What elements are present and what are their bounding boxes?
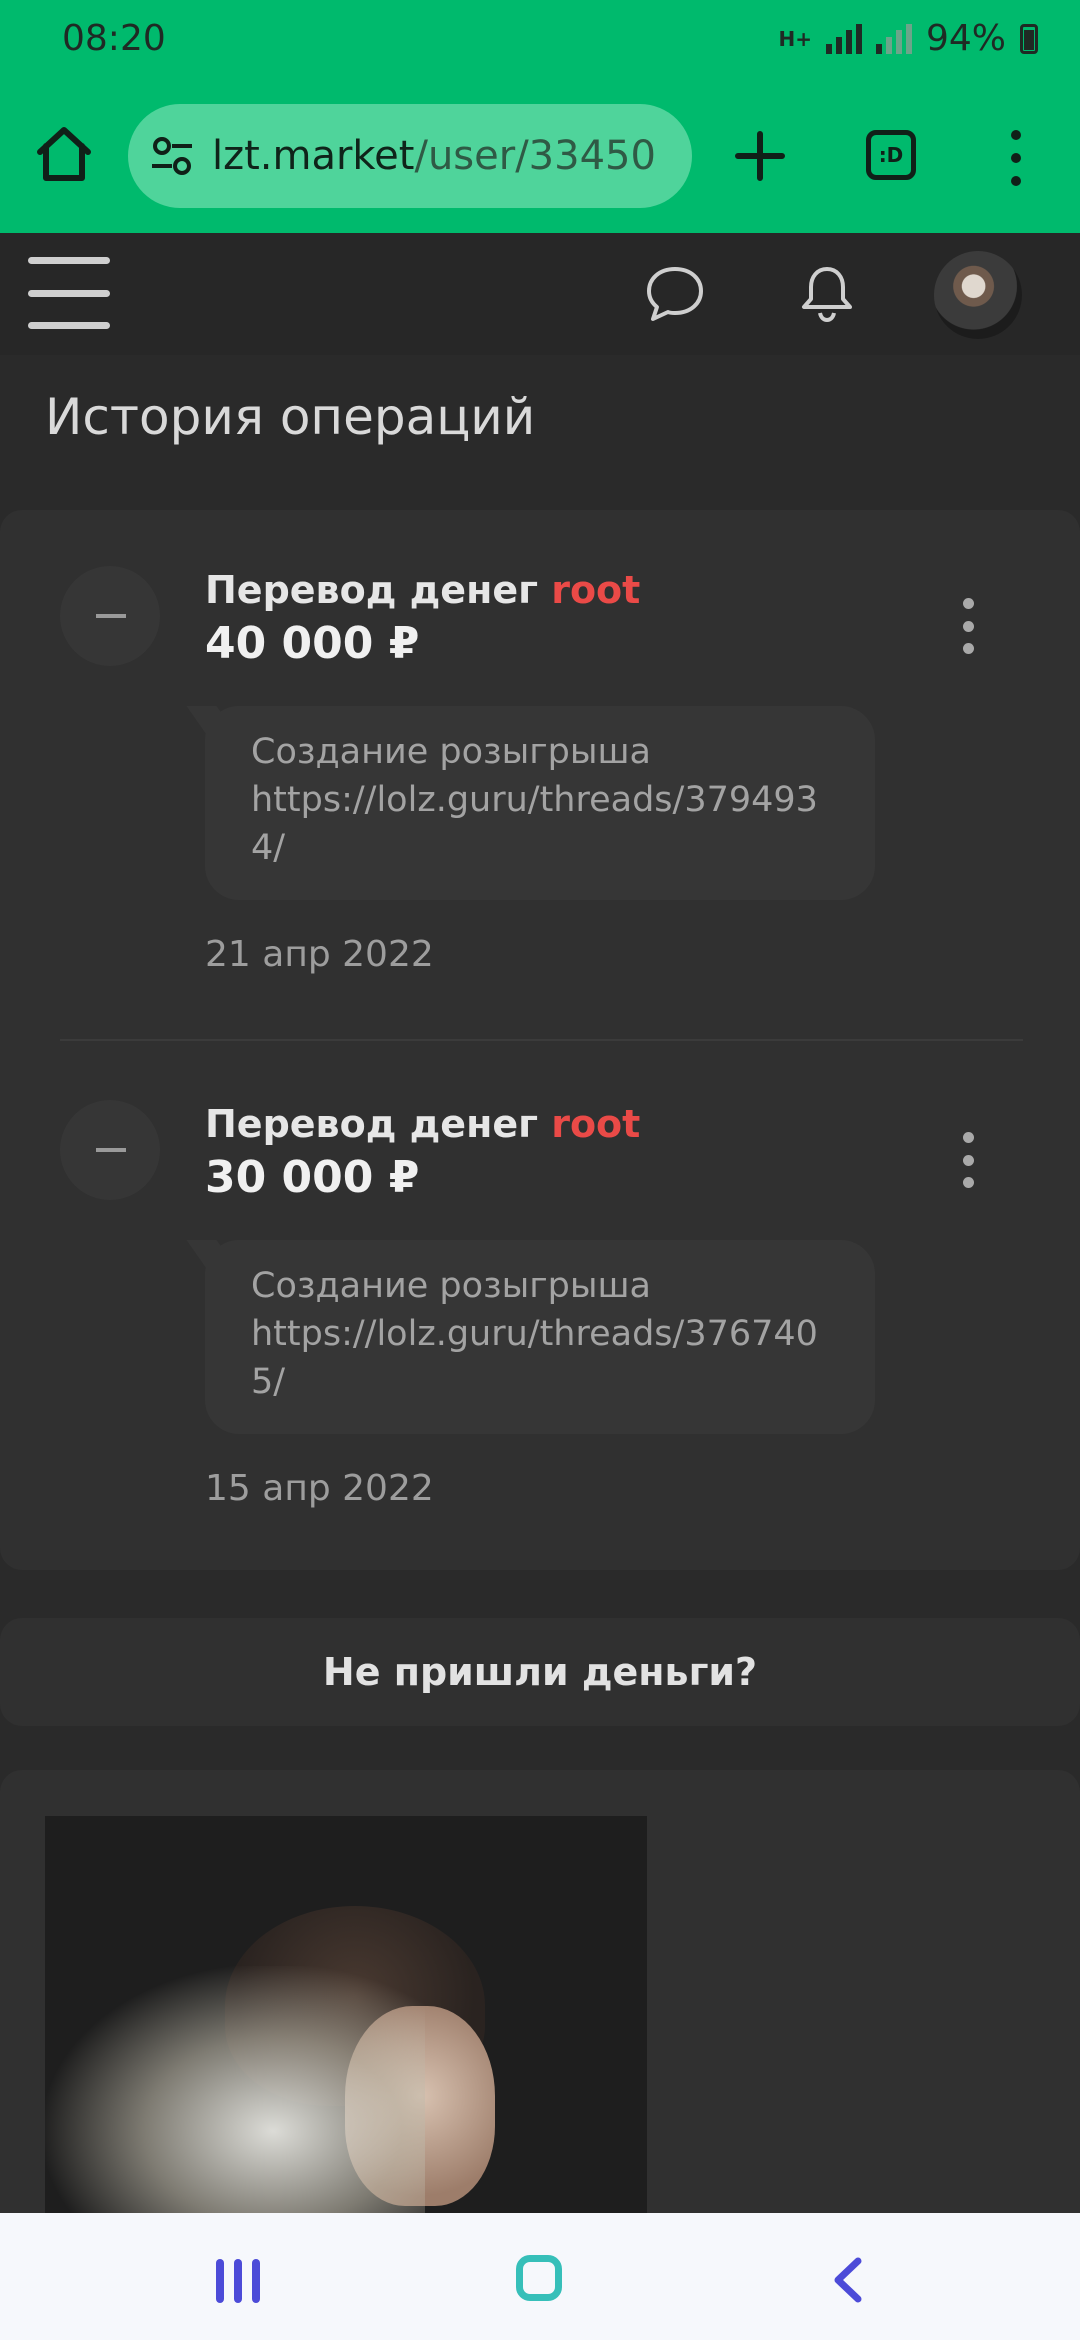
money-not-received-button[interactable]: Не пришли деньги?: [0, 1618, 1080, 1726]
divider: [60, 1039, 1023, 1041]
status-bar: 08:20 H+ 94%: [0, 0, 1080, 80]
system-nav-bar: [0, 2213, 1080, 2340]
new-tab-icon[interactable]: [732, 128, 788, 184]
hamburger-menu-icon[interactable]: [28, 257, 110, 329]
operation-user-link[interactable]: root: [551, 1102, 640, 1146]
bell-icon[interactable]: [796, 261, 858, 325]
status-indicators: H+ 94%: [778, 18, 1038, 59]
url-host: lzt.market: [212, 133, 415, 179]
url-path: /user/33450: [414, 133, 656, 179]
operation-comment: Создание розыгрыша https://lolz.guru/thr…: [205, 1240, 875, 1434]
recent-apps-icon[interactable]: [216, 2259, 260, 2303]
operation-comment: Создание розыгрыша https://lolz.guru/thr…: [205, 706, 875, 900]
signal-icon: [825, 23, 862, 54]
profile-image: [45, 1816, 647, 2270]
operation-menu-icon[interactable]: [960, 1132, 976, 1188]
operation-title: Перевод денег root: [205, 1102, 640, 1146]
operation-type: Перевод денег: [205, 568, 538, 612]
home-icon[interactable]: [32, 122, 96, 186]
operation-date: 21 апр 2022: [205, 934, 434, 975]
signal-icon-secondary: [875, 23, 912, 54]
browser-menu-icon[interactable]: [1004, 130, 1028, 186]
back-icon[interactable]: [826, 2255, 870, 2305]
comment-text: Создание розыгрыша: [251, 1266, 651, 1306]
site-settings-icon[interactable]: [150, 134, 194, 178]
tab-switcher-button[interactable]: :D: [866, 130, 916, 180]
page-title: История операций: [45, 388, 536, 446]
status-time: 08:20: [62, 18, 166, 59]
site-header: [0, 233, 1080, 355]
comment-link[interactable]: https://lolz.guru/threads/379493: [251, 776, 845, 824]
avatar[interactable]: [934, 251, 1022, 339]
minus-icon: [60, 566, 160, 666]
battery-percent: 94%: [925, 18, 1006, 59]
minus-icon: [60, 1100, 160, 1200]
comment-text: Создание розыгрыша: [251, 732, 651, 772]
operation-type: Перевод денег: [205, 1102, 538, 1146]
operation-date: 15 апр 2022: [205, 1468, 434, 1509]
battery-icon: [1020, 23, 1038, 54]
comment-link[interactable]: https://lolz.guru/threads/376740: [251, 1310, 845, 1358]
operation-amount: 40 000 ₽: [205, 618, 420, 669]
comment-link-end[interactable]: 5/: [251, 1358, 845, 1406]
operation-title: Перевод денег root: [205, 568, 640, 612]
operation-user-link[interactable]: root: [551, 568, 640, 612]
operation-amount: 30 000 ₽: [205, 1152, 420, 1203]
chat-icon[interactable]: [644, 263, 706, 325]
image-card: [0, 1770, 1080, 2270]
network-type: H+: [778, 26, 812, 51]
comment-link-end[interactable]: 4/: [251, 824, 845, 872]
browser-chrome: 08:20 H+ 94% lzt.market/user/33450 :D: [0, 0, 1080, 233]
operations-list: Перевод денег root 40 000 ₽ Создание роз…: [0, 510, 1080, 1570]
browser-toolbar: lzt.market/user/33450 :D: [0, 100, 1080, 212]
operation-menu-icon[interactable]: [960, 598, 976, 654]
address-bar[interactable]: lzt.market/user/33450: [128, 104, 692, 208]
home-button-icon[interactable]: [516, 2255, 562, 2301]
